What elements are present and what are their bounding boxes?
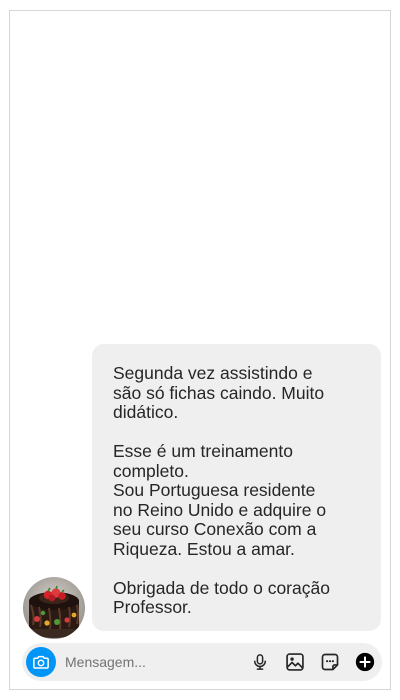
cake-avatar-icon bbox=[23, 577, 85, 639]
sticker-icon bbox=[321, 653, 339, 671]
message-thread: Segunda vez assistindo e são só fichas c… bbox=[10, 11, 390, 639]
microphone-button[interactable] bbox=[250, 652, 270, 672]
message-paragraph: Segunda vez assistindo e são só fichas c… bbox=[113, 363, 325, 422]
message-input[interactable] bbox=[65, 643, 235, 681]
add-button[interactable] bbox=[355, 652, 375, 672]
message-bubble[interactable]: Segunda vez assistindo e são só fichas c… bbox=[92, 344, 381, 631]
sticker-button[interactable] bbox=[320, 652, 340, 672]
camera-button[interactable] bbox=[26, 647, 56, 677]
message-paragraph: Esse é um treinamento completo. Sou Port… bbox=[113, 441, 327, 559]
message-paragraph: Obrigada de todo o coração Professor. bbox=[113, 577, 330, 617]
message-composer bbox=[22, 643, 382, 681]
chat-window: Segunda vez assistindo e são só fichas c… bbox=[9, 10, 391, 690]
gallery-button[interactable] bbox=[285, 652, 305, 672]
microphone-icon bbox=[254, 654, 266, 670]
sender-avatar[interactable] bbox=[23, 577, 85, 639]
camera-icon bbox=[33, 655, 49, 669]
gallery-icon bbox=[286, 653, 304, 671]
add-icon bbox=[355, 652, 375, 672]
